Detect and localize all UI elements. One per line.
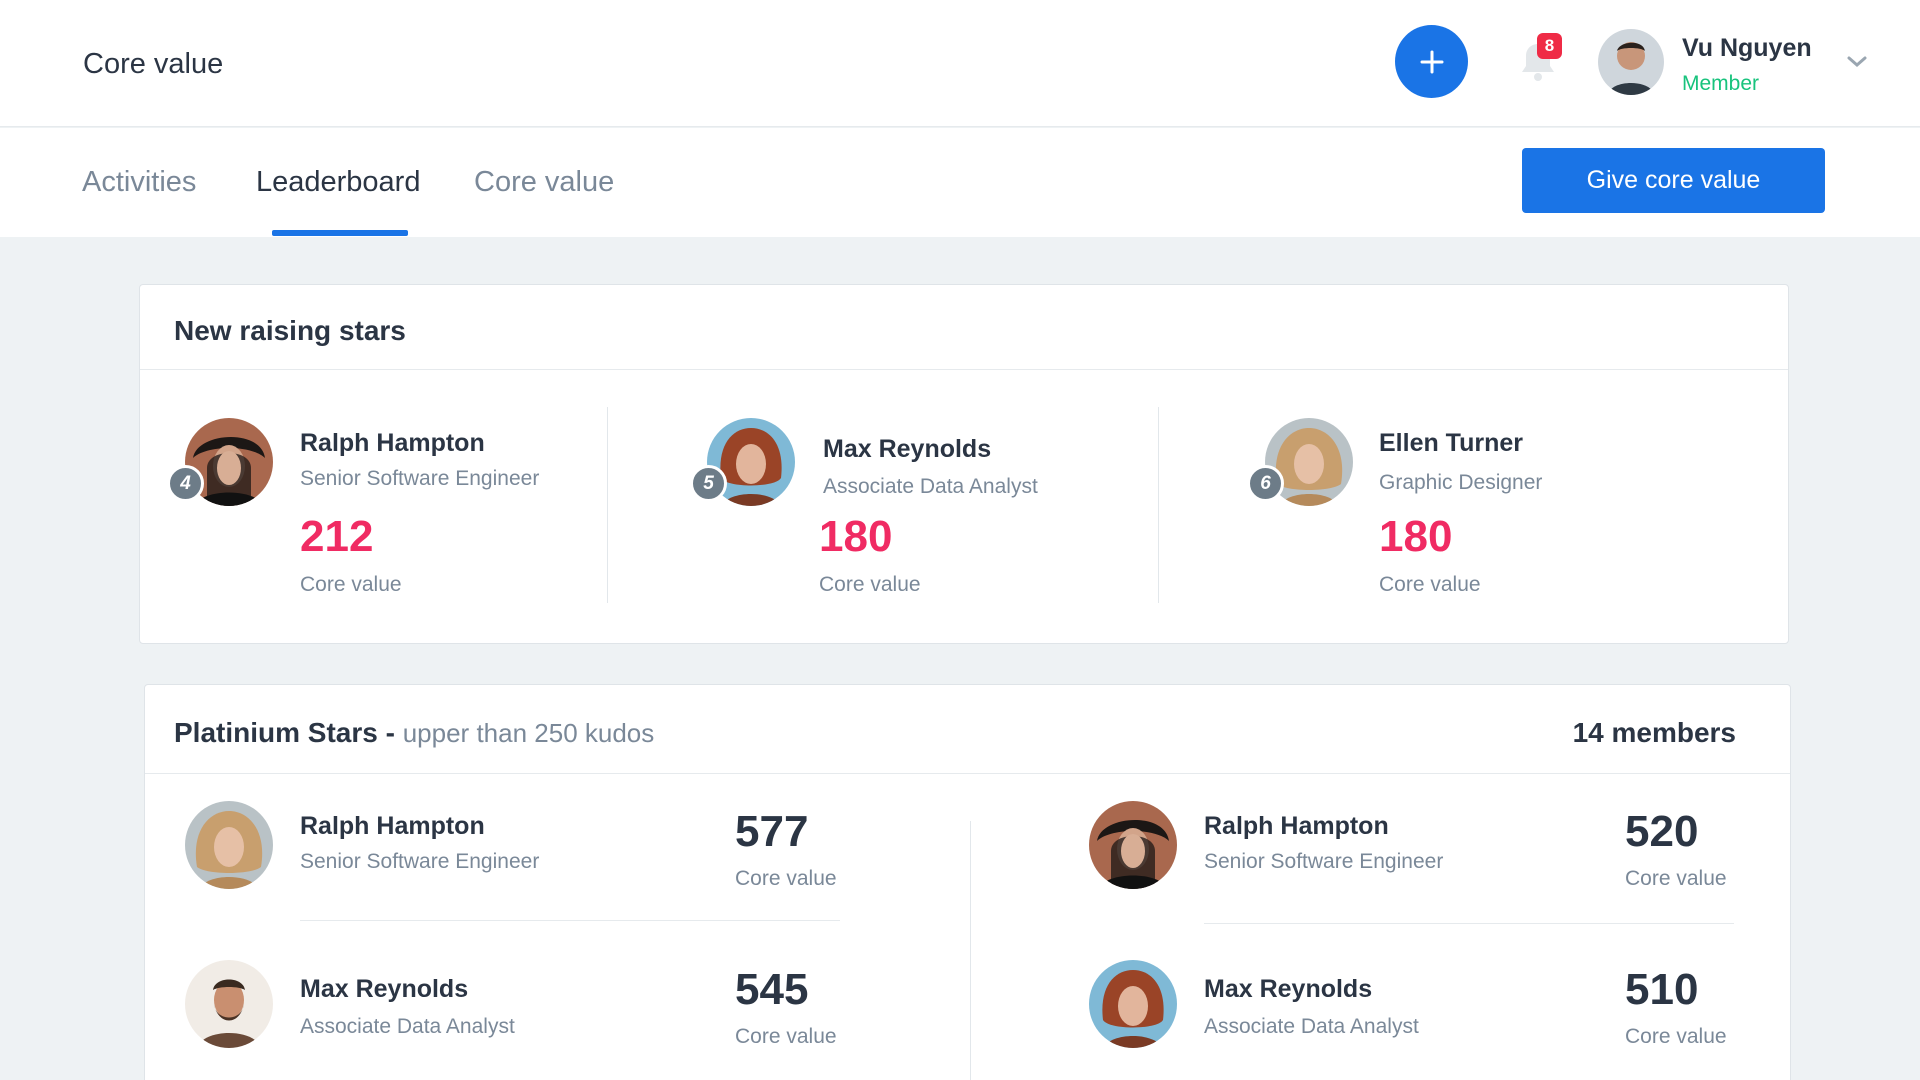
notification-badge: 8 — [1537, 33, 1562, 59]
platinum-stars-card: Platinium Stars - upper than 250 kudos 1… — [144, 684, 1791, 1080]
app-title: Core value — [83, 48, 224, 80]
divider — [300, 920, 840, 921]
person-score: 180 — [819, 512, 893, 561]
give-core-value-button[interactable]: Give core value — [1522, 148, 1825, 213]
card-title-text: Platinium Stars - — [174, 717, 395, 748]
avatar[interactable] — [185, 801, 273, 889]
card-title: Platinium Stars - upper than 250 kudos — [174, 717, 654, 749]
score-label: Core value — [735, 867, 837, 890]
plus-icon — [1420, 50, 1443, 73]
person-score: 545 — [735, 965, 809, 1014]
rank-badge: 4 — [167, 465, 204, 502]
person-role: Associate Data Analyst — [1204, 1015, 1419, 1038]
active-tab-indicator — [272, 230, 408, 236]
person-name[interactable]: Max Reynolds — [1204, 975, 1372, 1004]
divider — [1158, 407, 1159, 603]
card-header: Platinium Stars - upper than 250 kudos 1… — [145, 685, 1790, 774]
divider — [1204, 923, 1734, 924]
tab-leaderboard[interactable]: Leaderboard — [256, 166, 420, 199]
score-label: Core value — [1379, 573, 1481, 596]
user-role: Member — [1682, 72, 1760, 95]
avatar[interactable] — [185, 960, 273, 1048]
chevron-down-icon[interactable] — [1846, 54, 1868, 68]
person-role: Senior Software Engineer — [300, 850, 540, 873]
score-label: Core value — [1625, 1025, 1727, 1048]
person-score: 180 — [1379, 512, 1453, 561]
top-bar: Core value 8 Vu Nguyen Member — [0, 0, 1920, 127]
person-role: Associate Data Analyst — [300, 1015, 515, 1038]
person-score: 577 — [735, 807, 809, 856]
divider — [607, 407, 608, 603]
member-count[interactable]: 14 members — [1573, 717, 1736, 749]
person-name[interactable]: Ralph Hampton — [1204, 812, 1389, 841]
divider — [970, 821, 971, 1080]
rising-stars-card: New raising stars 4 Ralph Hampton Senior… — [139, 284, 1789, 644]
user-name[interactable]: Vu Nguyen — [1682, 34, 1812, 63]
person-name[interactable]: Ralph Hampton — [300, 812, 485, 841]
person-name[interactable]: Max Reynolds — [823, 435, 991, 464]
card-title: New raising stars — [174, 315, 406, 346]
person-score: 510 — [1625, 965, 1699, 1014]
person-score: 212 — [300, 512, 374, 561]
person-name[interactable]: Ellen Turner — [1379, 429, 1523, 458]
avatar[interactable] — [1089, 960, 1177, 1048]
card-header: New raising stars — [140, 285, 1788, 370]
avatar[interactable] — [1598, 29, 1664, 95]
score-label: Core value — [1625, 867, 1727, 890]
person-role: Senior Software Engineer — [300, 467, 540, 490]
tab-bar: Activities Leaderboard Core value Give c… — [0, 128, 1920, 237]
tab-activities[interactable]: Activities — [82, 166, 196, 199]
rank-badge: 6 — [1247, 465, 1284, 502]
add-button[interactable] — [1395, 25, 1468, 98]
card-subtitle: upper than 250 kudos — [402, 718, 655, 748]
avatar[interactable] — [1089, 801, 1177, 889]
person-name[interactable]: Max Reynolds — [300, 975, 468, 1004]
person-role: Associate Data Analyst — [823, 475, 1038, 498]
score-label: Core value — [819, 573, 921, 596]
person-role: Senior Software Engineer — [1204, 850, 1444, 873]
score-label: Core value — [300, 573, 402, 596]
person-role: Graphic Designer — [1379, 471, 1543, 494]
person-score: 520 — [1625, 807, 1699, 856]
score-label: Core value — [735, 1025, 837, 1048]
rank-badge: 5 — [690, 465, 727, 502]
tab-core-value[interactable]: Core value — [474, 166, 614, 199]
person-name[interactable]: Ralph Hampton — [300, 429, 485, 458]
